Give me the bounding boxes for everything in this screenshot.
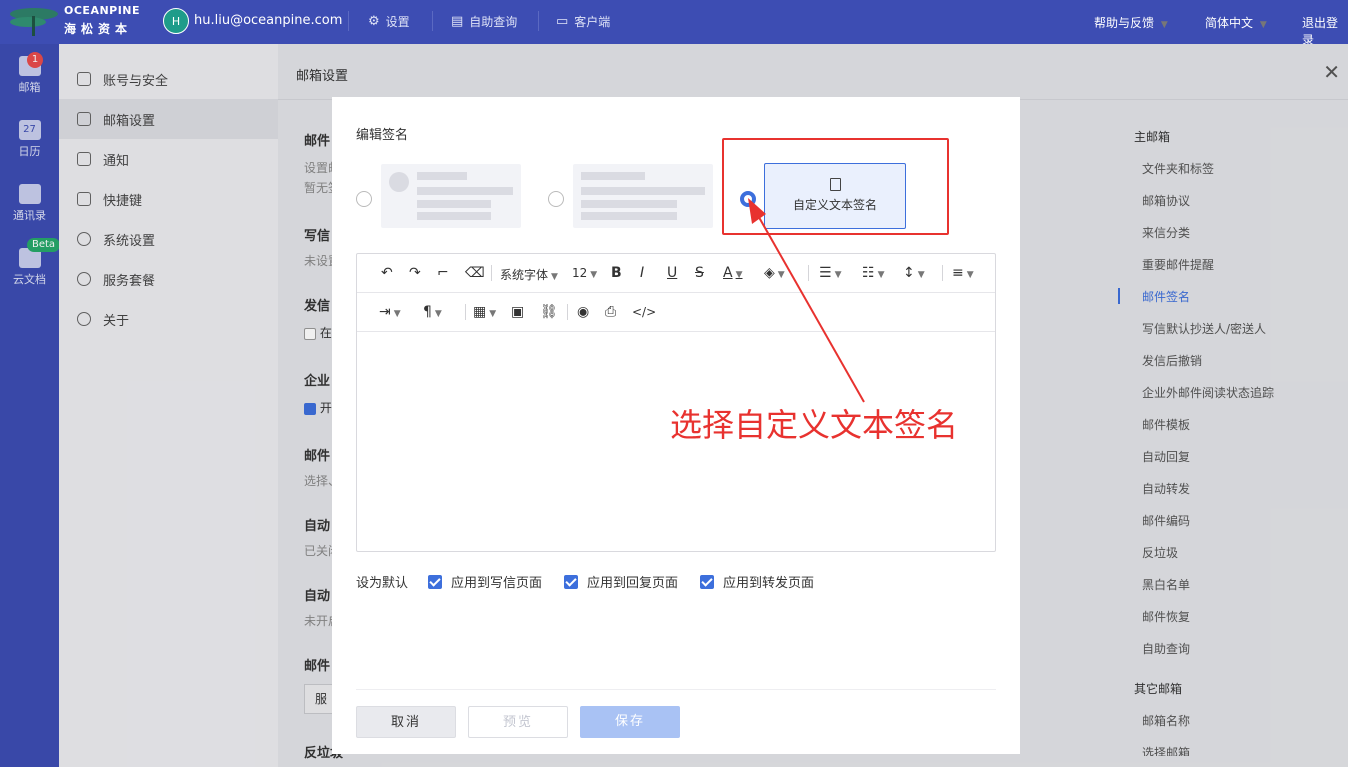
annotation-arrow	[748, 198, 865, 403]
annotation-text: 选择自定义文本签名	[670, 406, 959, 444]
